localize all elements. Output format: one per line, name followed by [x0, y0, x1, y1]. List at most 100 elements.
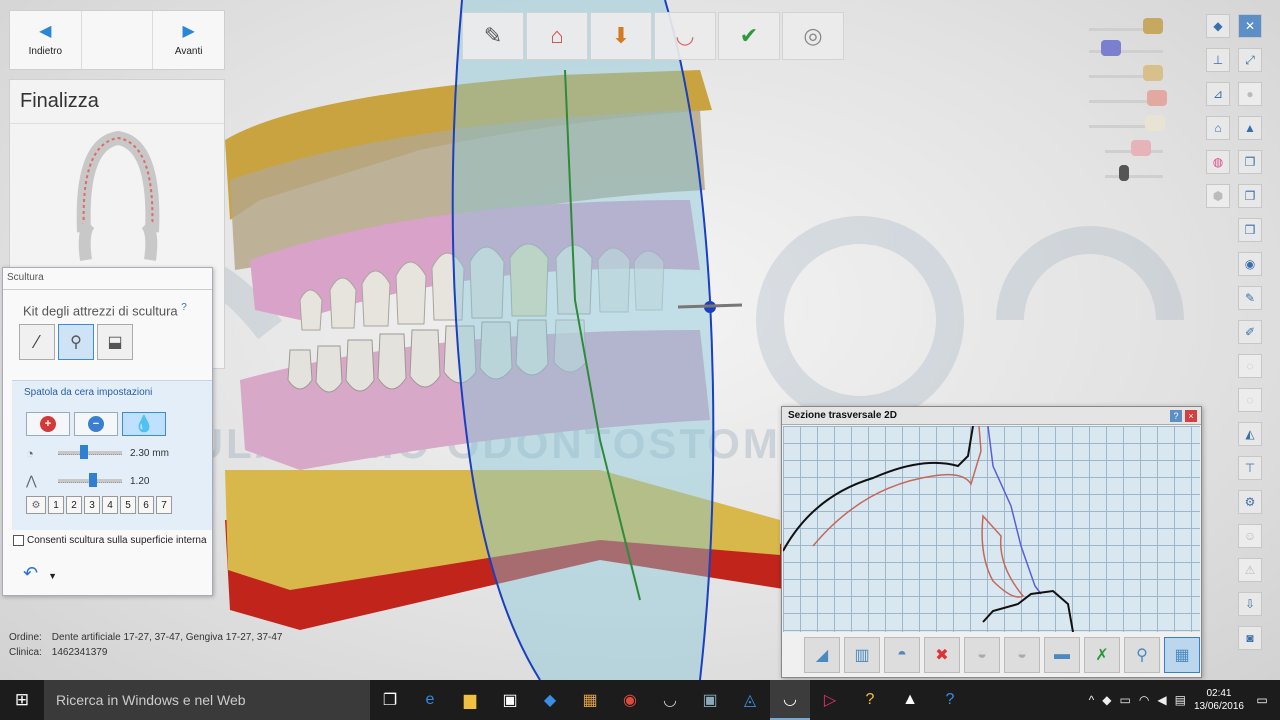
workflow-step-2[interactable]: ⌂ — [526, 12, 588, 60]
dropbox-button[interactable]: ◆ — [530, 680, 570, 720]
gingiva-tool-button[interactable]: ◌ — [1238, 388, 1262, 412]
size-slider[interactable] — [58, 445, 122, 459]
wax-spatula-button[interactable]: ⚲ — [58, 324, 94, 361]
visibility-lower-gingiva[interactable] — [1085, 140, 1165, 160]
close-view-button[interactable]: ✕ — [1238, 14, 1262, 38]
texture-button[interactable]: ● — [1238, 82, 1262, 106]
workflow-step-5[interactable]: ✔ — [718, 12, 780, 60]
visibility-upper-model[interactable] — [1085, 18, 1165, 38]
cross-section-button[interactable]: ⊤ — [1238, 456, 1262, 480]
delete-points-button[interactable]: ✗ — [1084, 637, 1120, 673]
sculpt-knife-button[interactable]: ⁄ — [19, 324, 55, 361]
prism-app-button[interactable]: ▷ — [810, 680, 850, 720]
remove-tooth-button[interactable]: ✖ — [924, 637, 960, 673]
action-center-button[interactable]: ▭ — [1252, 680, 1272, 720]
visibility-teeth[interactable] — [1085, 115, 1165, 135]
section-close-button[interactable]: × — [1185, 410, 1197, 422]
file-explorer-button[interactable]: ▆ — [450, 680, 490, 720]
photos-app-button[interactable]: ▦ — [570, 680, 610, 720]
undo-dropdown-icon[interactable]: ▼ — [48, 571, 57, 581]
keyboard-icon[interactable]: ▤ — [1175, 693, 1186, 707]
support-app-button[interactable]: ? — [930, 680, 970, 720]
shade-button[interactable]: ⬢ — [1206, 184, 1230, 208]
inner-surface-checkbox[interactable] — [13, 535, 24, 546]
crown-button[interactable]: ◓ — [884, 637, 920, 673]
plane-drag-arrow[interactable] — [677, 303, 743, 309]
tooth-split-button[interactable]: ▥ — [844, 637, 880, 673]
start-button[interactable]: ⊞ — [0, 680, 44, 720]
zoom-button[interactable]: ⚲ — [1124, 637, 1160, 673]
base-button[interactable]: ▬ — [1044, 637, 1080, 673]
back-button[interactable]: ◀ Indietro — [10, 11, 82, 69]
smooth-tool-button[interactable]: ◢ — [804, 637, 840, 673]
section-plot[interactable] — [783, 426, 1200, 632]
section-2d-button[interactable]: ◭ — [1238, 422, 1262, 446]
section-help-button[interactable]: ? — [1170, 410, 1182, 422]
preset-button-6[interactable]: 6 — [138, 496, 154, 514]
wifi-icon[interactable]: ◠ — [1139, 693, 1149, 707]
occlusal-plane-button[interactable]: ⊥ — [1206, 48, 1230, 72]
undo-button[interactable]: ↶ ▼ — [23, 563, 57, 584]
strength-slider[interactable] — [58, 473, 122, 487]
visibility-gingiva[interactable] — [1085, 90, 1167, 110]
preset-button-4[interactable]: 4 — [102, 496, 118, 514]
view-cube-button[interactable]: ◆ — [1206, 14, 1230, 38]
dropbox-tray-icon[interactable]: ◆ — [1102, 693, 1111, 707]
help-link[interactable]: ? — [181, 302, 187, 313]
preset-button-1[interactable]: 1 — [48, 496, 64, 514]
scanner-app-button[interactable]: ◬ — [730, 680, 770, 720]
implant-tool-button[interactable]: ⚙ — [1238, 490, 1262, 514]
workflow-step-6[interactable]: ◎ — [782, 12, 844, 60]
remove-material-button[interactable]: − — [74, 412, 118, 436]
visibility-implant[interactable] — [1085, 165, 1165, 185]
color-button[interactable]: ◍ — [1206, 150, 1230, 174]
export-button[interactable]: ⇩ — [1238, 592, 1262, 616]
fullscreen-button[interactable]: ⤢ — [1238, 48, 1262, 72]
network-icon[interactable]: ▭ — [1120, 693, 1131, 707]
sculpt-button[interactable]: ✐ — [1238, 320, 1262, 344]
forward-button[interactable]: ▶ Avanti — [153, 11, 224, 69]
workflow-step-3[interactable]: ⬇ — [590, 12, 652, 60]
store-button[interactable]: ▣ — [490, 680, 530, 720]
face-button[interactable]: ☺ — [1238, 524, 1262, 548]
size-slider-thumb[interactable] — [80, 445, 88, 459]
view-button[interactable]: ◉ — [1238, 252, 1262, 276]
screenshot-button[interactable]: ◙ — [1238, 626, 1262, 650]
designer-app-button[interactable]: ◡ — [770, 680, 810, 720]
tooth-b-button[interactable]: ◒ — [1004, 637, 1040, 673]
grid-view-button[interactable]: ▦ — [1164, 637, 1200, 673]
wax-knife-button[interactable]: ✎ — [1238, 286, 1262, 310]
expert-mode-button[interactable]: ▲ — [1238, 116, 1262, 140]
media-button[interactable]: ▣ — [690, 680, 730, 720]
preset-button-5[interactable]: 5 — [120, 496, 136, 514]
edge-button[interactable]: e — [410, 680, 450, 720]
task-view-button[interactable]: ❐ — [370, 680, 410, 720]
teeth-library-button[interactable]: ⌂ — [1206, 116, 1230, 140]
image-app-button[interactable]: ▲ — [890, 680, 930, 720]
tray-chevron-icon[interactable]: ^ — [1089, 693, 1095, 707]
workflow-step-4[interactable]: ◡ — [654, 12, 716, 60]
transparency-button[interactable]: ❐ — [1238, 150, 1262, 174]
add-material-button[interactable]: + — [26, 412, 70, 436]
warning-button[interactable]: ⚠ — [1238, 558, 1262, 582]
measure-button[interactable]: ⊿ — [1206, 82, 1230, 106]
arch-thumbnails[interactable] — [10, 124, 226, 264]
inner-surface-option[interactable]: Consenti scultura sulla superficie inter… — [13, 535, 207, 546]
volume-icon[interactable]: ◀ — [1157, 693, 1166, 707]
preset-button-2[interactable]: 2 — [66, 496, 82, 514]
visibility-scan[interactable] — [1085, 40, 1165, 60]
chrome-button[interactable]: ◉ — [610, 680, 650, 720]
tooth-a-button[interactable]: ◒ — [964, 637, 1000, 673]
taskbar-search[interactable]: Ricerca in Windows e nel Web — [44, 680, 370, 720]
strength-slider-thumb[interactable] — [89, 473, 97, 487]
taskbar-clock[interactable]: 02:41 13/06/2016 — [1194, 687, 1244, 713]
smooth-button[interactable]: 💧 — [122, 412, 166, 436]
compare-button[interactable]: ❒ — [1238, 218, 1262, 242]
tooth-tool-button[interactable]: ◌ — [1238, 354, 1262, 378]
help-app-button[interactable]: ? — [850, 680, 890, 720]
workflow-step-1[interactable]: ✎ — [462, 12, 524, 60]
preset-settings-icon[interactable]: ⚙ — [26, 496, 46, 514]
copy-button[interactable]: ❐ — [1238, 184, 1262, 208]
preset-button-3[interactable]: 3 — [84, 496, 100, 514]
preset-button-7[interactable]: 7 — [156, 496, 172, 514]
